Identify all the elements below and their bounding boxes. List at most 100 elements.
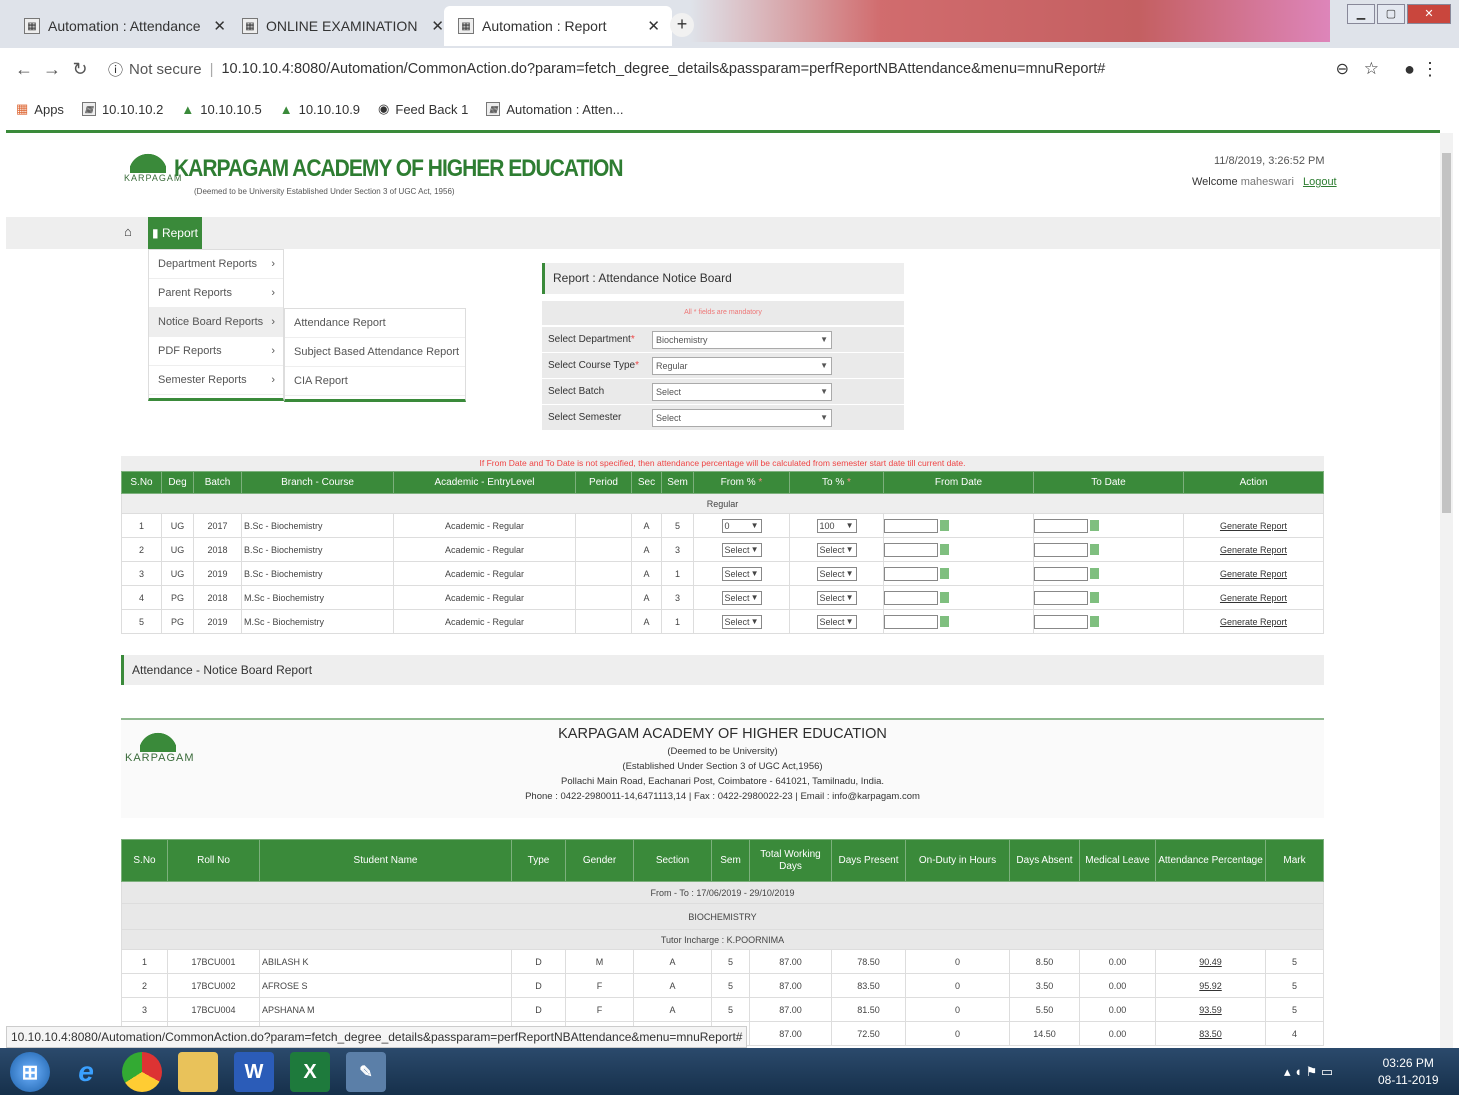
generate-report-link[interactable]: Generate Report <box>1220 593 1287 603</box>
generate-report-link[interactable]: Generate Report <box>1220 521 1287 531</box>
to-percent-select[interactable]: 100 <box>816 518 857 533</box>
bookmark-2[interactable]: ▲ 10.10.10.5 <box>181 102 261 117</box>
close-icon[interactable]: ✕ <box>213 17 226 35</box>
new-tab-button[interactable]: + <box>670 13 694 37</box>
excel-icon[interactable]: X <box>290 1052 330 1092</box>
close-icon[interactable]: ✕ <box>431 17 444 35</box>
cell-academic: Academic - Regular <box>393 585 576 610</box>
close-window-button[interactable]: ✕ <box>1407 4 1451 24</box>
ie-icon[interactable]: e <box>66 1052 106 1092</box>
from-date-input[interactable] <box>884 614 938 629</box>
from-date-input[interactable] <box>884 518 938 533</box>
menu-kebab-icon[interactable]: ⋮ <box>1421 59 1439 80</box>
generate-report-link[interactable]: Generate Report <box>1220 569 1287 579</box>
to-date-input[interactable] <box>1034 518 1088 533</box>
reload-icon[interactable]: ↻ <box>66 59 94 80</box>
from-percent-select[interactable]: Select <box>721 590 762 605</box>
info-icon[interactable]: ⓘ <box>108 59 123 80</box>
menu-item-semester-reports[interactable]: Semester Reports › <box>149 366 283 395</box>
to-date-input[interactable] <box>1034 566 1088 581</box>
to-percent-select[interactable]: Select <box>816 566 857 581</box>
minimize-button[interactable]: ▁ <box>1347 4 1375 24</box>
to-date-input[interactable] <box>1034 590 1088 605</box>
calendar-icon[interactable] <box>1090 616 1099 627</box>
menu-item-notice-board-reports[interactable]: Notice Board Reports › <box>149 308 283 337</box>
clock[interactable]: 03:26 PM 08-11-2019 <box>1378 1056 1439 1087</box>
calendar-icon[interactable] <box>1090 592 1099 603</box>
tab-report[interactable]: ▦ Automation : Report ✕ <box>444 6 672 46</box>
page-scrollbar[interactable] <box>1440 133 1453 1048</box>
calendar-icon[interactable] <box>1090 520 1099 531</box>
bookmark-apps[interactable]: ▦ Apps <box>16 101 64 117</box>
forward-arrow-icon[interactable]: → <box>38 59 66 80</box>
to-date-input[interactable] <box>1034 542 1088 557</box>
bookmark-5[interactable]: ▦ Automation : Atten... <box>486 102 623 117</box>
submenu-subject-based-report[interactable]: Subject Based Attendance Report <box>285 338 465 367</box>
attendance-percent-link[interactable]: 95.92 <box>1199 981 1222 991</box>
calendar-icon[interactable] <box>940 544 949 555</box>
generate-report-link[interactable]: Generate Report <box>1220 545 1287 555</box>
paint-icon[interactable]: ✎ <box>346 1052 386 1092</box>
close-icon[interactable]: ✕ <box>647 17 660 35</box>
folder-icon[interactable] <box>178 1052 218 1092</box>
attendance-percent-link[interactable]: 93.59 <box>1199 1005 1222 1015</box>
maximize-button[interactable]: ▢ <box>1377 4 1405 24</box>
submenu-cia-report[interactable]: CIA Report <box>285 367 465 396</box>
submenu-attendance-report[interactable]: Attendance Report <box>285 309 465 338</box>
from-percent-select[interactable]: Select <box>721 566 762 581</box>
menu-report[interactable]: ▮ Report <box>148 217 202 249</box>
attendance-percent-link[interactable]: 90.49 <box>1199 957 1222 967</box>
profile-icon[interactable]: ● <box>1404 59 1415 80</box>
course-type-select[interactable]: Regular <box>652 356 832 375</box>
menu-item-department-reports[interactable]: Department Reports › <box>149 250 283 279</box>
chrome-icon[interactable] <box>122 1052 162 1092</box>
word-icon[interactable]: W <box>234 1052 274 1092</box>
bookmark-1[interactable]: ▦ 10.10.10.2 <box>81 102 163 117</box>
generate-report-link[interactable]: Generate Report <box>1220 617 1287 627</box>
batch-select[interactable]: Select <box>652 382 832 401</box>
cell-from: Select <box>693 537 790 562</box>
calendar-icon[interactable] <box>1090 568 1099 579</box>
from-percent-select[interactable]: Select <box>721 614 762 629</box>
menu-item-parent-reports[interactable]: Parent Reports › <box>149 279 283 308</box>
home-icon[interactable]: ⌂ <box>124 224 132 239</box>
tab-attendance[interactable]: ▦ Automation : Attendance ✕ <box>10 6 238 46</box>
attendance-percent-link[interactable]: 83.50 <box>1199 1029 1222 1039</box>
back-arrow-icon[interactable]: ← <box>10 59 38 80</box>
cell-pct: 83.50 <box>1155 1021 1266 1046</box>
menu-item-pdf-reports[interactable]: PDF Reports › <box>149 337 283 366</box>
calendar-icon[interactable] <box>1090 544 1099 555</box>
tab-title: ONLINE EXAMINATION <box>266 18 418 34</box>
form-row-course-type: Select Course Type* Regular <box>542 353 904 378</box>
calendar-icon[interactable] <box>940 568 949 579</box>
scrollbar-thumb[interactable] <box>1442 153 1451 513</box>
calendar-icon[interactable] <box>940 520 949 531</box>
tray-icons[interactable]: ▴ ◖ ⚑ ▭ <box>1284 1064 1333 1080</box>
zoom-icon[interactable]: ⊖ <box>1336 59 1349 79</box>
from-date-input[interactable] <box>884 542 938 557</box>
bookmark-3[interactable]: ▲ 10.10.10.9 <box>280 102 360 117</box>
department-select[interactable]: Biochemistry <box>652 330 832 349</box>
filter-form: Select Department* Biochemistry Select C… <box>542 327 904 430</box>
url-field[interactable]: 10.10.10.4:8080/Automation/CommonAction.… <box>221 61 1105 77</box>
from-percent-select[interactable]: 0 <box>721 518 762 533</box>
bookmark-4[interactable]: ◉ Feed Back 1 <box>378 101 468 117</box>
from-percent-select[interactable]: Select <box>721 542 762 557</box>
cell-branch: M.Sc - Biochemistry <box>241 609 394 634</box>
calendar-icon[interactable] <box>940 616 949 627</box>
to-date-input[interactable] <box>1034 614 1088 629</box>
cell-action: Generate Report <box>1183 537 1324 562</box>
start-button[interactable]: ⊞ <box>10 1052 50 1092</box>
to-percent-select[interactable]: Select <box>816 542 857 557</box>
from-date-input[interactable] <box>884 566 938 581</box>
semester-select[interactable]: Select <box>652 408 832 427</box>
tab-online-examination[interactable]: ▦ ONLINE EXAMINATION ✕ <box>228 6 456 46</box>
from-date-input[interactable] <box>884 590 938 605</box>
windows-taskbar: ⊞ e W X ✎ ▴ ◖ ⚑ ▭ 03:26 PM 08-11-2019 <box>0 1048 1459 1095</box>
to-percent-select[interactable]: Select <box>816 614 857 629</box>
to-percent-select[interactable]: Select <box>816 590 857 605</box>
logout-link[interactable]: Logout <box>1303 176 1337 188</box>
star-icon[interactable]: ☆ <box>1364 59 1379 79</box>
notice-board-submenu: Attendance Report Subject Based Attendan… <box>284 308 466 402</box>
calendar-icon[interactable] <box>940 592 949 603</box>
